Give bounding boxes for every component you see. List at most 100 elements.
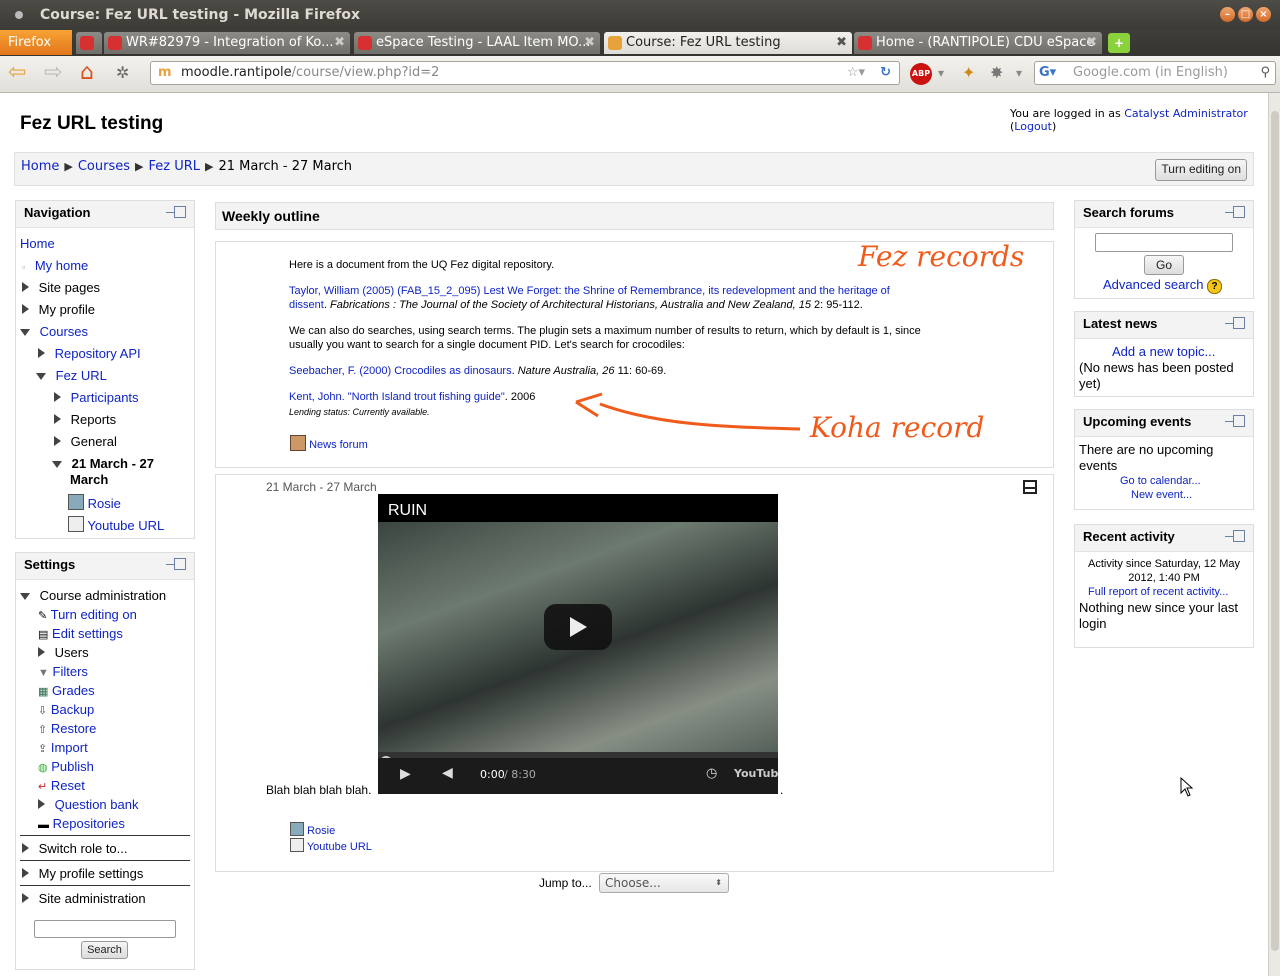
nav-general[interactable]: General [54, 434, 117, 449]
back-icon[interactable]: ⇦ [8, 61, 26, 85]
nav-repository-api-label[interactable]: Repository API [55, 346, 141, 361]
nav-repository-api[interactable]: Repository API [38, 346, 141, 361]
nav-rosie[interactable]: Rosie [68, 494, 121, 511]
window-menu-icon[interactable] [15, 11, 23, 19]
pinned-tab[interactable] [76, 32, 102, 54]
expand-icon[interactable] [22, 282, 29, 292]
youtube-logo[interactable]: YouTube [734, 767, 778, 780]
home-icon[interactable]: ⌂ [80, 61, 94, 85]
block-dock-icon[interactable] [1233, 415, 1245, 427]
play-button-icon[interactable] [544, 604, 612, 650]
tab-home-cdu-espace[interactable]: Home - (RANTIPOLE) CDU eSpace ✖ [854, 32, 1102, 54]
scrollbar-thumb[interactable] [1271, 111, 1279, 951]
breadcrumb-courses[interactable]: Courses [78, 159, 130, 174]
full-report-link[interactable]: Full report of recent activity... [1088, 585, 1228, 599]
play-icon[interactable]: ▶ [400, 766, 411, 782]
settings-my-profile[interactable]: My profile settings [22, 866, 143, 881]
block-dock-icon[interactable] [174, 206, 186, 218]
add-new-topic-link[interactable]: Add a new topic... [1112, 344, 1215, 359]
close-window-icon[interactable]: × [1256, 7, 1271, 22]
block-hide-icon[interactable] [166, 564, 174, 565]
breadcrumb-fez-url[interactable]: Fez URL [149, 159, 201, 174]
turn-editing-on-button[interactable]: Turn editing on [1155, 159, 1247, 181]
expand-icon[interactable] [38, 647, 45, 657]
record1-author-link[interactable]: Taylor, William [289, 285, 359, 297]
block-dock-icon[interactable] [174, 558, 186, 570]
nav-my-profile[interactable]: My profile [22, 302, 95, 317]
firefox-menu-button[interactable]: Firefox [0, 30, 72, 55]
record1-year-link[interactable]: (2005) [362, 285, 394, 297]
search-forums-go-button[interactable]: Go [1144, 255, 1184, 275]
block-hide-icon[interactable] [1225, 323, 1233, 324]
user-link[interactable]: Catalyst Administrator [1124, 107, 1248, 120]
nav-fez-url[interactable]: Fez URL [36, 368, 107, 383]
expand-icon[interactable] [22, 843, 29, 853]
jump-to-select[interactable]: Choose... ⬍ [599, 873, 729, 893]
tab-close-icon[interactable]: ✖ [584, 32, 595, 54]
settings-grades-label[interactable]: Grades [52, 683, 95, 698]
block-dock-icon[interactable] [1233, 317, 1245, 329]
help-icon[interactable]: ? [1207, 279, 1223, 294]
nav-home[interactable]: Home [20, 236, 55, 251]
expand-icon[interactable] [22, 868, 29, 878]
block-hide-icon[interactable] [1225, 212, 1233, 213]
nav-youtube-url-label[interactable]: Youtube URL [87, 518, 164, 533]
settings-filters[interactable]: ▼ Filters [38, 664, 88, 679]
nav-courses[interactable]: Courses [20, 324, 88, 339]
settings-edit-settings-label[interactable]: Edit settings [52, 626, 123, 641]
expand-icon[interactable] [22, 304, 29, 314]
settings-question-bank[interactable]: Question bank [38, 797, 138, 812]
collapse-icon[interactable] [20, 329, 30, 336]
go-to-calendar-label[interactable]: Go to calendar... [1120, 475, 1201, 487]
settings-edit-settings[interactable]: ▤ Edit settings [38, 626, 123, 641]
settings-import-label[interactable]: Import [51, 740, 88, 755]
tab-close-icon[interactable]: ✖ [1086, 32, 1097, 54]
add-new-topic-label[interactable]: Add a new topic... [1112, 344, 1215, 359]
collapse-icon[interactable] [20, 593, 30, 600]
reload-icon[interactable]: ↻ [880, 62, 891, 84]
search-forums-input[interactable] [1095, 233, 1233, 252]
addon-icon[interactable]: ✲ [116, 61, 129, 85]
settings-grades[interactable]: ▦ Grades [38, 683, 95, 698]
settings-import[interactable]: ⇪ Import [38, 740, 88, 755]
expand-icon[interactable] [54, 392, 61, 402]
video-title[interactable]: RUIN [388, 502, 427, 520]
settings-search-button[interactable]: Search [81, 941, 128, 959]
settings-publish[interactable]: ◍ Publish [38, 759, 94, 774]
go-to-calendar-link[interactable]: Go to calendar... [1120, 474, 1201, 488]
search-icon[interactable]: ⚲ [1260, 62, 1270, 84]
advanced-search[interactable]: Advanced search ? [1103, 277, 1223, 294]
adblock-dropdown-icon[interactable]: ▾ [938, 61, 944, 85]
settings-restore[interactable]: ⇧ Restore [38, 721, 96, 736]
url-bar[interactable]: m moodle.rantipole/course/view.php?id=2 … [150, 61, 900, 85]
record2-author-link[interactable]: Seebacher, F. [289, 365, 356, 377]
volume-icon[interactable]: ◀ [442, 765, 453, 781]
search-bar[interactable]: G▾ Google.com (in English) ⚲ [1034, 61, 1276, 85]
bookmark-star-icon[interactable]: ☆▾ [847, 62, 865, 84]
settings-repositories[interactable]: ▬ Repositories [38, 816, 125, 831]
record1-title-link-2[interactable]: dissent [289, 299, 324, 311]
tab-course-fez-url[interactable]: Course: Fez URL testing ✖ [604, 32, 852, 54]
settings-turn-editing-on[interactable]: ✎ Turn editing on [38, 607, 137, 622]
settings-course-admin[interactable]: Course administration [20, 588, 166, 603]
resource-youtube-url-link[interactable]: Youtube URL [307, 841, 372, 853]
nav-home-label[interactable]: Home [20, 236, 55, 251]
koha-title-link[interactable]: "North Island trout fishing guide" [348, 391, 505, 403]
new-tab-icon[interactable]: + [1108, 33, 1130, 53]
extension-bug-icon[interactable]: ✸ [990, 61, 1003, 85]
section-toggle-icon[interactable] [1023, 480, 1037, 494]
settings-switch-role[interactable]: Switch role to... [22, 841, 128, 856]
nav-site-pages[interactable]: Site pages [22, 280, 100, 295]
block-hide-icon[interactable] [166, 212, 174, 213]
resource-rosie[interactable]: Rosie [290, 822, 335, 838]
settings-repositories-label[interactable]: Repositories [53, 816, 125, 831]
news-forum-link[interactable]: News forum [309, 439, 368, 451]
settings-reset-label[interactable]: Reset [51, 778, 85, 793]
nav-week[interactable]: 21 March - 27 [52, 456, 154, 471]
logout-link[interactable]: Logout [1014, 120, 1052, 133]
page-scrollbar[interactable] [1268, 93, 1280, 976]
nav-courses-label[interactable]: Courses [40, 324, 88, 339]
nav-fez-url-label[interactable]: Fez URL [56, 368, 107, 383]
settings-publish-label[interactable]: Publish [51, 759, 94, 774]
block-hide-icon[interactable] [1225, 536, 1233, 537]
